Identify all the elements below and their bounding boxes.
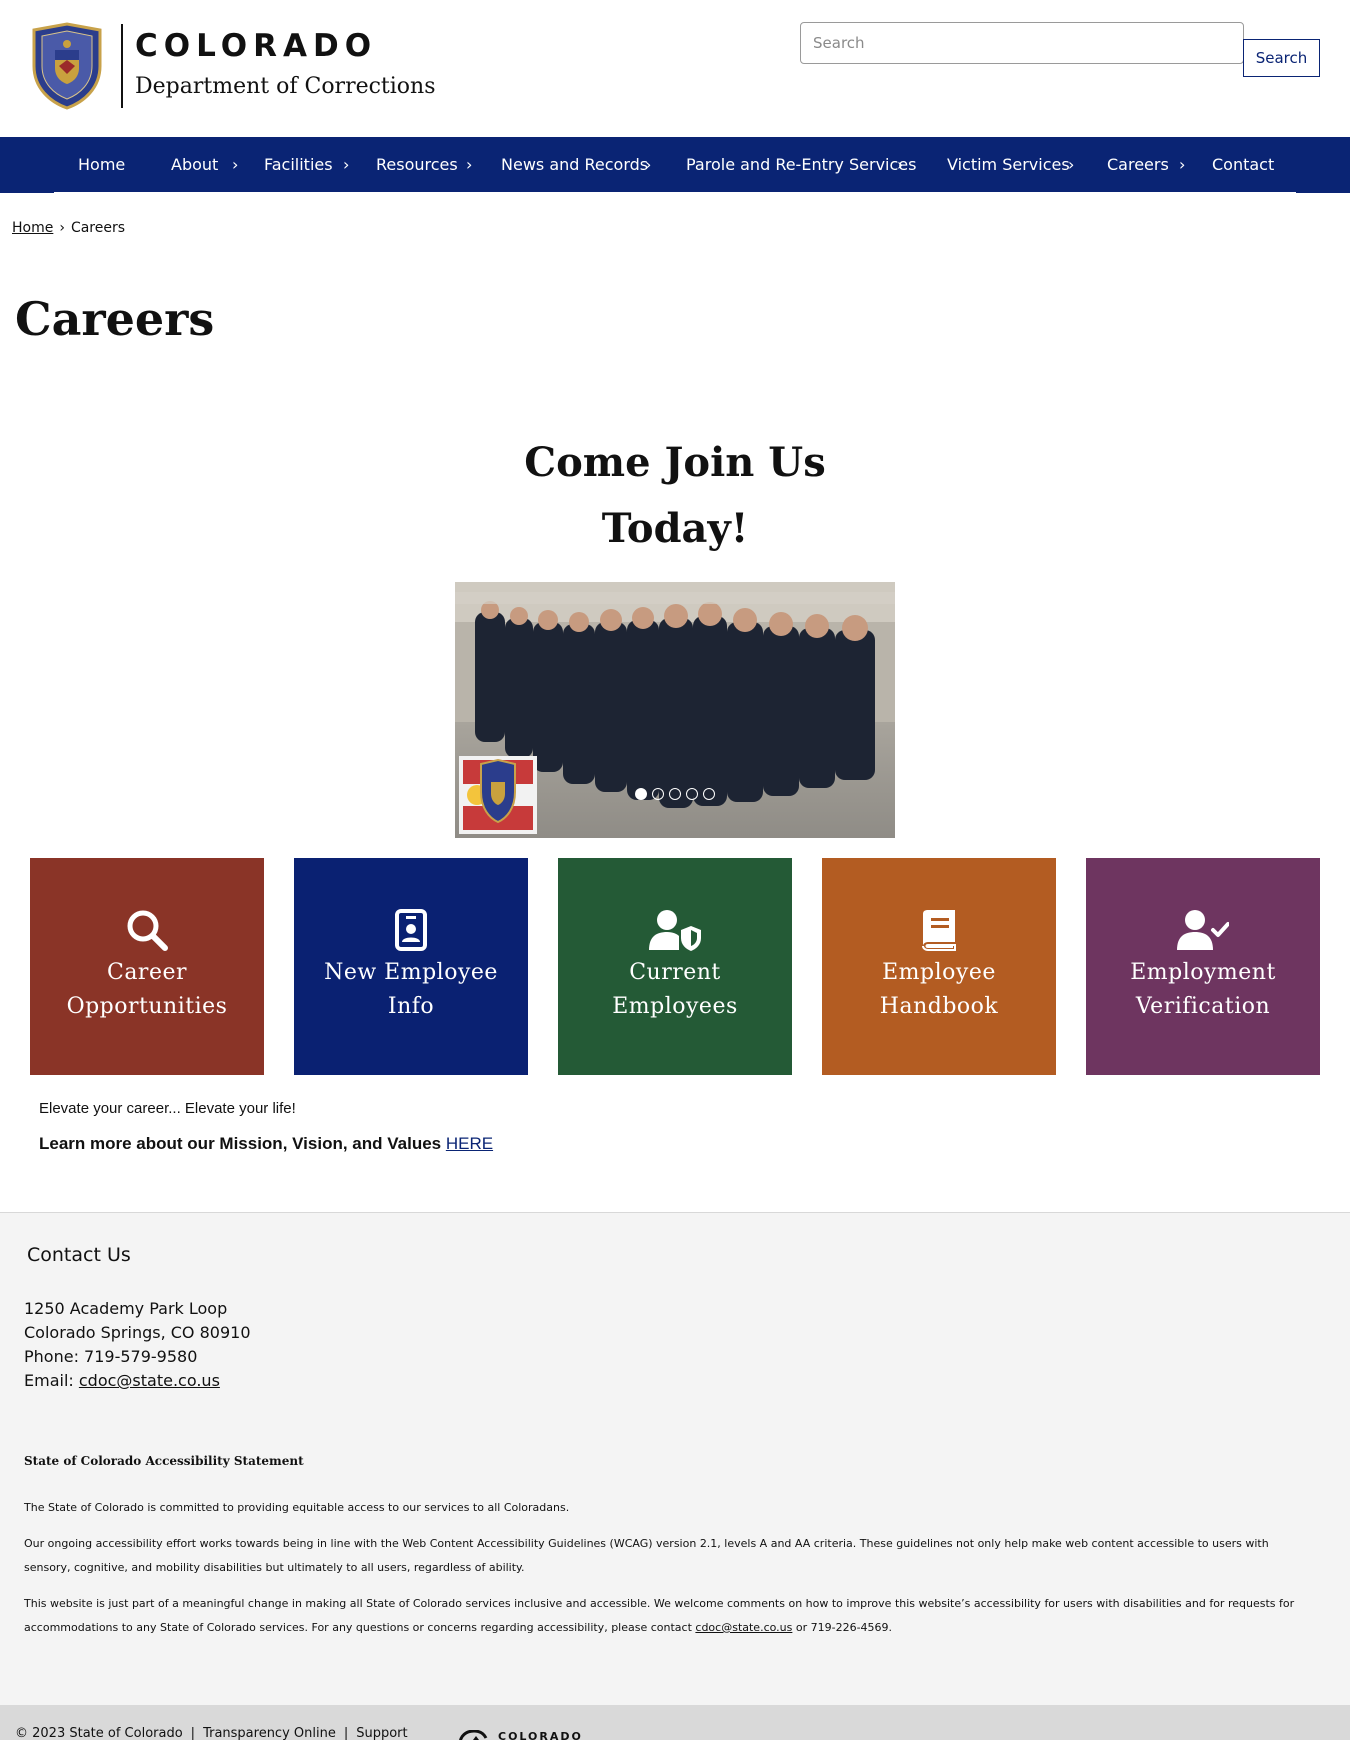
- search-icon: [127, 910, 168, 951]
- email-line: Email: cdoc@state.co.us: [24, 1371, 220, 1390]
- nav-item-news-and-records[interactable]: News and Records: [501, 137, 648, 193]
- tile-label-line1: Employee: [882, 960, 996, 985]
- tile-label-line2: Handbook: [879, 994, 999, 1019]
- colorado-c-logo-icon: [459, 1729, 488, 1740]
- slide-dot-3[interactable]: [669, 788, 681, 800]
- main-navigation: Home About › Facilities › Resources › Ne…: [0, 137, 1350, 193]
- chevron-right-icon[interactable]: ›: [343, 137, 349, 193]
- email-link[interactable]: cdoc@state.co.us: [79, 1371, 220, 1390]
- contact-title: Contact Us: [27, 1244, 131, 1266]
- tile-label: Career Opportunities: [30, 956, 264, 1024]
- separator: |: [343, 1726, 349, 1740]
- tile-label-line1: Employment: [1130, 960, 1276, 985]
- accessibility-paragraph-2: Our ongoing accessibility effort works t…: [24, 1537, 1269, 1574]
- accessibility-title: State of Colorado Accessibility Statemen…: [24, 1454, 304, 1468]
- copyright-text: © 2023 State of Colorado: [15, 1726, 183, 1740]
- tile-label: Employee Handbook: [822, 956, 1056, 1024]
- breadcrumb-current: Careers: [70, 220, 126, 236]
- chevron-right-icon[interactable]: ›: [1179, 137, 1185, 193]
- cdoc-shield-logo-icon[interactable]: [28, 22, 106, 110]
- slide-dot-5[interactable]: [703, 788, 715, 800]
- chevron-right-icon[interactable]: ›: [232, 137, 238, 193]
- nav-item-victim-services[interactable]: Victim Services: [947, 137, 1070, 193]
- nav-item-home[interactable]: Home: [78, 137, 125, 193]
- accessibility-p3-phone: or 719-226-4569.: [795, 1621, 893, 1634]
- chevron-right-icon[interactable]: ›: [645, 137, 651, 193]
- address-line1: 1250 Academy Park Loop: [24, 1299, 228, 1318]
- book-icon: [922, 910, 956, 951]
- support-link[interactable]: Support: [356, 1726, 407, 1740]
- nav-item-resources[interactable]: Resources: [376, 137, 458, 193]
- hero-title-line1: Come Join Us: [524, 439, 826, 486]
- email-label: Email:: [24, 1371, 74, 1390]
- logo-divider: [121, 24, 123, 108]
- elevate-tagline: Elevate your career... Elevate your life…: [39, 1100, 296, 1117]
- slide-dot-4[interactable]: [686, 788, 698, 800]
- tile-label-line1: New Employee: [324, 960, 498, 985]
- tile-employment-verification[interactable]: Employment Verification: [1086, 858, 1320, 1075]
- address-line2: Colorado Springs, CO 80910: [24, 1323, 251, 1342]
- user-shield-icon: [649, 910, 701, 951]
- state-logo-text: COLORADO: [498, 1730, 583, 1740]
- tile-label-line2: Employees: [612, 994, 738, 1019]
- user-check-icon: [1177, 910, 1229, 950]
- page-title: Careers: [15, 292, 215, 346]
- tile-employee-handbook[interactable]: Employee Handbook: [822, 858, 1056, 1075]
- learn-more-text: Learn more about our Mission, Vision, an…: [39, 1134, 493, 1154]
- colorado-state-logo[interactable]: COLORADO: [458, 1729, 583, 1740]
- logo-colorado-text[interactable]: COLORADO: [135, 28, 377, 64]
- chevron-right-icon[interactable]: ›: [897, 137, 903, 193]
- chevron-right-icon[interactable]: ›: [466, 137, 472, 193]
- tile-label: Employment Verification: [1086, 956, 1320, 1024]
- accessibility-paragraph-1: The State of Colorado is committed to pr…: [24, 1501, 570, 1514]
- tile-label-line2: Info: [387, 994, 435, 1019]
- tile-label: Current Employees: [558, 956, 792, 1024]
- accessibility-email-link[interactable]: cdoc@state.co.us: [695, 1621, 792, 1634]
- transparency-online-link[interactable]: Transparency Online: [203, 1726, 336, 1740]
- tile-current-employees[interactable]: Current Employees: [558, 858, 792, 1075]
- tile-new-employee-info[interactable]: New Employee Info: [294, 858, 528, 1075]
- breadcrumb-home-link[interactable]: Home: [12, 220, 53, 236]
- nav-underline: [54, 192, 1296, 194]
- separator: |: [190, 1726, 196, 1740]
- tile-label: New Employee Info: [294, 956, 528, 1024]
- accessibility-paragraph-3: This website is just part of a meaningfu…: [24, 1592, 1314, 1640]
- nav-item-parole-reentry[interactable]: Parole and Re-Entry Services: [686, 137, 916, 193]
- nav-item-about[interactable]: About: [171, 137, 218, 193]
- tile-label-line1: Current: [629, 960, 721, 985]
- nav-item-contact[interactable]: Contact: [1212, 137, 1274, 193]
- slide-dot-2[interactable]: [652, 788, 664, 800]
- slide-dot-1[interactable]: [635, 788, 647, 800]
- breadcrumb: Home › Careers: [12, 220, 125, 236]
- tile-label-line1: Career: [106, 960, 188, 985]
- breadcrumb-separator-icon: ›: [59, 220, 65, 236]
- hero-title: Come Join Us Today!: [475, 430, 875, 562]
- image-slideshow[interactable]: [455, 582, 895, 838]
- nav-item-careers[interactable]: Careers: [1107, 137, 1169, 193]
- nav-item-facilities[interactable]: Facilities: [264, 137, 333, 193]
- logo-department-text[interactable]: Department of Corrections: [135, 74, 436, 99]
- id-badge-icon: [395, 909, 427, 951]
- hero-title-line2: Today!: [601, 505, 749, 552]
- chevron-right-icon[interactable]: ›: [1068, 137, 1074, 193]
- learn-more-label: Learn more about our Mission, Vision, an…: [39, 1134, 442, 1153]
- slideshow-dots: [635, 788, 715, 800]
- mission-values-link[interactable]: HERE: [446, 1134, 493, 1153]
- phone-number: Phone: 719-579-9580: [24, 1347, 198, 1366]
- tile-label-line2: Opportunities: [66, 994, 228, 1019]
- site-header: COLORADO Department of Corrections Searc…: [0, 0, 1350, 137]
- search-input[interactable]: [800, 22, 1244, 64]
- search-button[interactable]: Search: [1243, 39, 1320, 77]
- tile-career-opportunities[interactable]: Career Opportunities: [30, 858, 264, 1075]
- copyright-bar: © 2023 State of Colorado | Transparency On…: [15, 1726, 408, 1740]
- accessibility-p3-text: This website is just part of a meaningfu…: [24, 1597, 1295, 1634]
- tile-label-line2: Verification: [1135, 994, 1271, 1019]
